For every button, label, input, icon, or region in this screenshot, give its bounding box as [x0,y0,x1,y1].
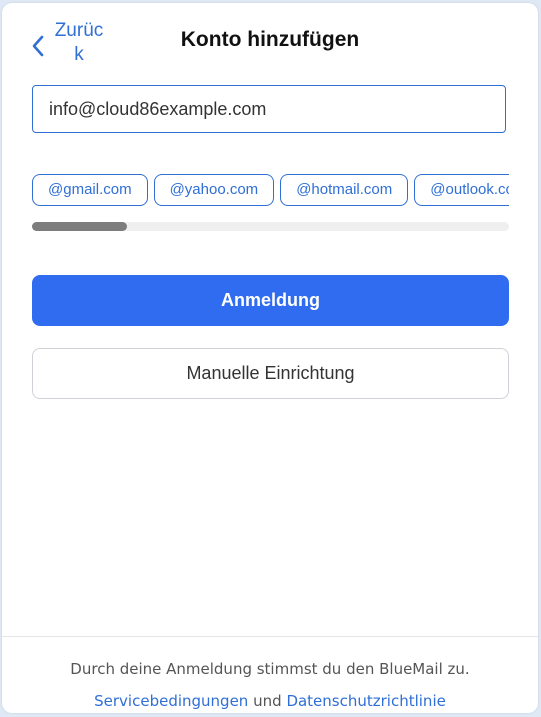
login-button[interactable]: Anmeldung [32,275,509,326]
terms-link[interactable]: Servicebedingungen [94,692,248,710]
legal-links: Servicebedingungen und Datenschutzrichtl… [2,685,538,713]
manual-setup-button[interactable]: Manuelle Einrichtung [32,348,509,399]
page-title: Konto hinzufügen [180,28,360,51]
domain-chip-yahoo[interactable]: @yahoo.com [153,174,275,206]
consent-text: Durch deine Anmeldung stimmst du den Blu… [70,660,470,678]
domain-chip-outlook[interactable]: @outlook.com [414,174,509,206]
add-account-panel: Zurück Konto hinzufügen @gmail.com@yahoo… [2,3,538,713]
domain-scrollbar[interactable] [32,222,509,231]
footer-divider [2,636,538,637]
domain-chip-gmail[interactable]: @gmail.com [32,174,148,206]
domain-chip-hotmail[interactable]: @hotmail.com [280,174,409,206]
domain-scrollbar-thumb[interactable] [32,222,128,231]
domain-suggestions: @gmail.com @yahoo.com @hotmail.com @outlook… [32,174,509,208]
email-field[interactable] [32,85,506,133]
footer: Durch deine Anmeldung stimmst du den Blu… [2,653,538,713]
and-text: und [253,692,282,710]
privacy-link[interactable]: Datenschutzrichtlinie [286,692,445,710]
